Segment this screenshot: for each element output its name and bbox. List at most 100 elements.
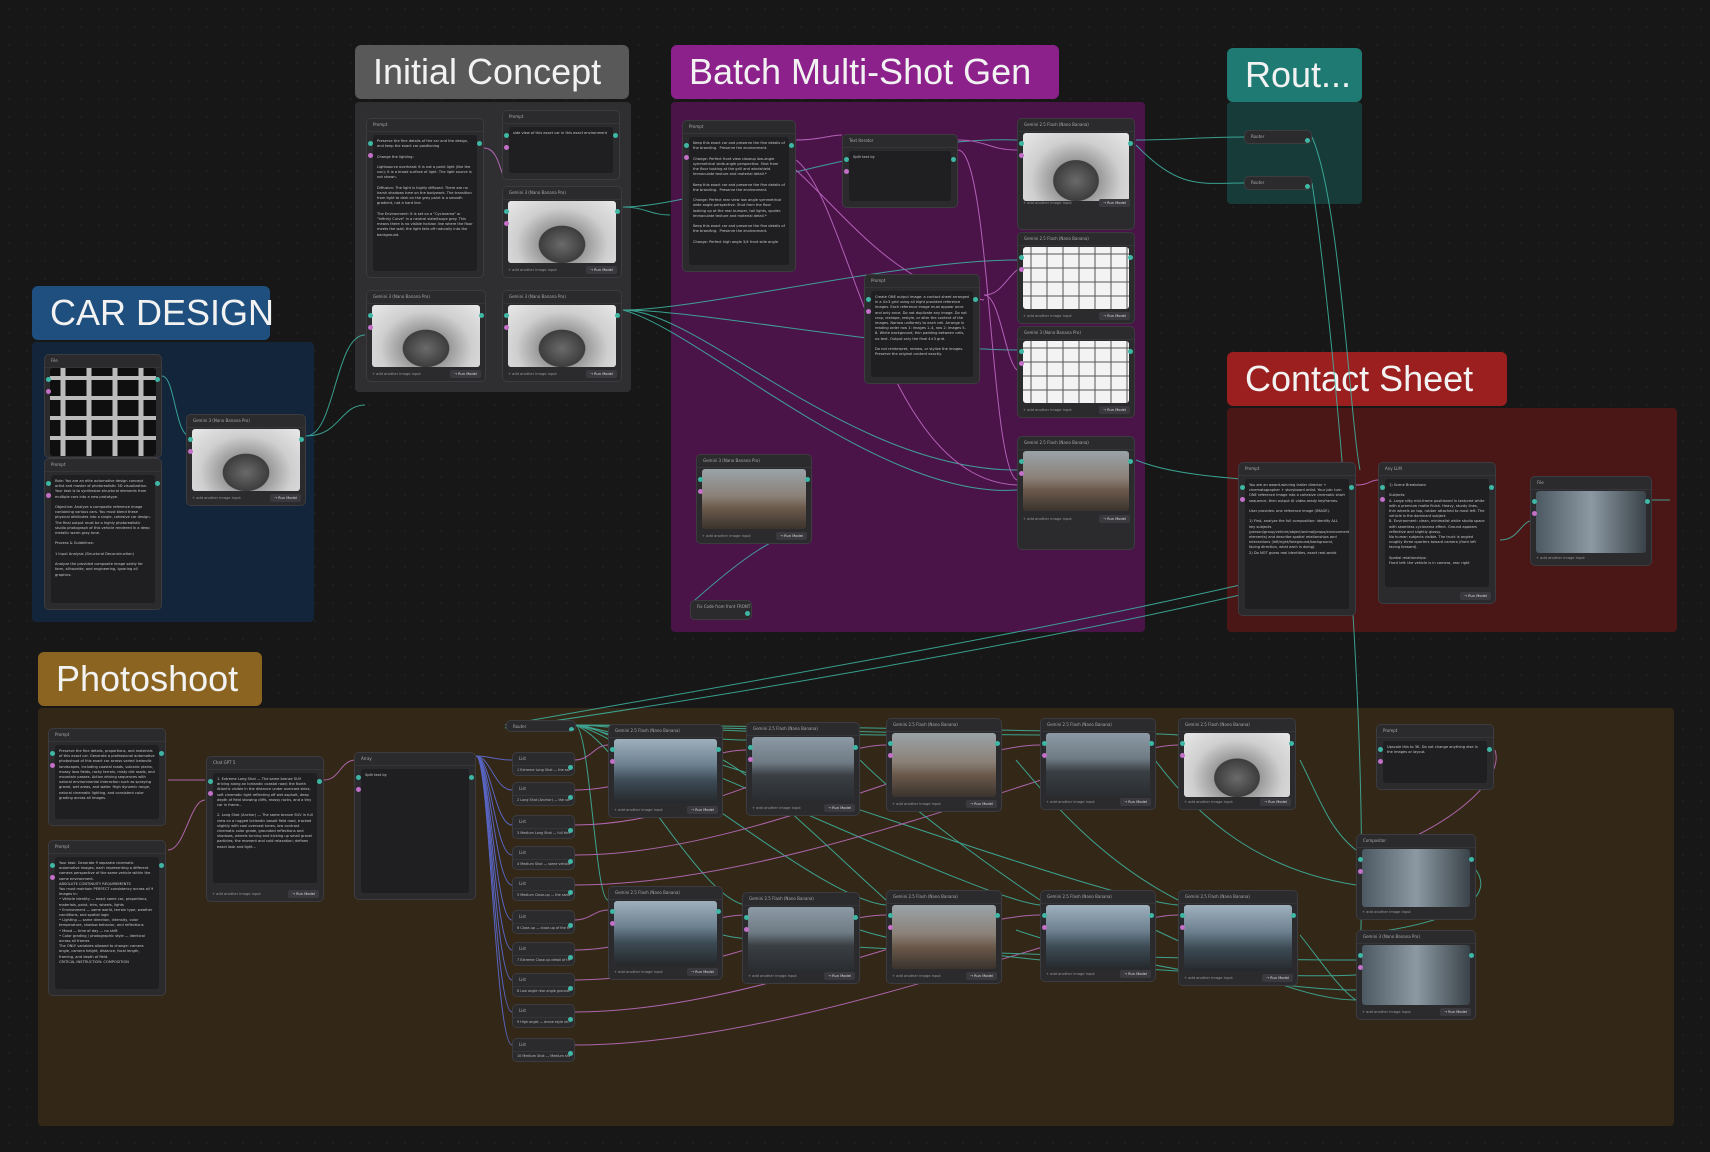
port-dot[interactable] — [853, 745, 858, 750]
port-dot[interactable] — [479, 313, 484, 318]
node-gemini25-ps6[interactable]: Gemini 2.5 Flash (Nano Banana) + add ano… — [608, 886, 723, 980]
port-dot[interactable] — [1019, 459, 1024, 464]
node-gemini25-batch1[interactable]: Gemini 2.5 Flash (Nano Banana) + add ano… — [1017, 118, 1135, 230]
port-dot[interactable] — [46, 389, 51, 394]
node-gemini25-ps1[interactable]: Gemini 2.5 Flash (Nano Banana) + add ano… — [608, 724, 723, 818]
port-dot[interactable] — [1305, 138, 1310, 143]
run-model-button[interactable]: → Run Model — [270, 494, 301, 502]
run-model-button[interactable]: → Run Model — [1440, 1008, 1471, 1016]
node-list-3[interactable]: List 3 Medium Long Shot — full thre… — [512, 815, 575, 839]
port-dot[interactable] — [1487, 747, 1492, 752]
node-router-1[interactable]: Router — [1244, 130, 1312, 144]
port-dot[interactable] — [368, 313, 373, 318]
node-list-6[interactable]: List 6 Close-up — close-up of the fro… — [512, 910, 575, 934]
port-dot[interactable] — [1532, 511, 1537, 516]
port-dot[interactable] — [159, 863, 164, 868]
port-dot[interactable] — [698, 489, 703, 494]
port-dot[interactable] — [356, 787, 361, 792]
port-dot[interactable] — [208, 791, 213, 796]
port-dot[interactable] — [46, 493, 51, 498]
port-dot[interactable] — [504, 145, 509, 150]
port-dot[interactable] — [1358, 857, 1363, 862]
prompt-text[interactable]: Create ONE output image: a contact sheet… — [871, 291, 973, 377]
node-list-4[interactable]: List 4 Medium Shot — same vehicle… — [512, 846, 575, 870]
run-model-button[interactable]: → Run Model — [450, 370, 481, 378]
node-prompt-ps1[interactable]: Prompt Preserve the fine details, propor… — [48, 728, 166, 826]
port-dot[interactable] — [1180, 753, 1185, 758]
port-dot[interactable] — [995, 741, 1000, 746]
port-dot[interactable] — [368, 325, 373, 330]
port-dot[interactable] — [155, 481, 160, 486]
port-dot[interactable] — [1240, 497, 1245, 502]
port-dot[interactable] — [1019, 255, 1024, 260]
prompt-text[interactable]: Role: You are an elite automotive design… — [51, 475, 155, 603]
run-model-button[interactable]: → Run Model — [776, 532, 807, 540]
node-gemini3-upscale[interactable]: Gemini 3 (Nano Banana Pro) + add another… — [1356, 930, 1476, 1020]
port-dot[interactable] — [568, 986, 573, 991]
port-dot[interactable] — [568, 1017, 573, 1022]
port-dot[interactable] — [698, 477, 703, 482]
port-dot[interactable] — [568, 795, 573, 800]
port-dot[interactable] — [1019, 153, 1024, 158]
run-model-button[interactable]: → Run Model — [1099, 406, 1130, 414]
port-dot[interactable] — [844, 169, 849, 174]
port-dot[interactable] — [1180, 925, 1185, 930]
node-gemini25-ps8[interactable]: Gemini 2.5 Flash (Nano Banana) + add ano… — [886, 890, 1002, 984]
port-dot[interactable] — [568, 828, 573, 833]
port-dot[interactable] — [159, 751, 164, 756]
port-dot[interactable] — [1128, 349, 1133, 354]
node-gemini25-ps4[interactable]: Gemini 2.5 Flash (Nano Banana) + add ano… — [1040, 718, 1156, 810]
port-dot[interactable] — [1128, 255, 1133, 260]
node-file[interactable]: File — [44, 354, 162, 458]
port-dot[interactable] — [155, 377, 160, 382]
split-by-field[interactable]: Split text by — [849, 151, 951, 201]
port-dot[interactable] — [504, 313, 509, 318]
port-dot[interactable] — [888, 913, 893, 918]
port-dot[interactable] — [1019, 471, 1024, 476]
port-dot[interactable] — [1042, 741, 1047, 746]
port-dot[interactable] — [610, 909, 615, 914]
port-dot[interactable] — [1128, 141, 1133, 146]
port-dot[interactable] — [1019, 349, 1024, 354]
node-gemini25-ps2[interactable]: Gemini 2.5 Flash (Nano Banana) + add ano… — [746, 722, 860, 816]
port-dot[interactable] — [504, 133, 509, 138]
port-dot[interactable] — [568, 890, 573, 895]
port-dot[interactable] — [1128, 459, 1133, 464]
port-dot[interactable] — [748, 745, 753, 750]
port-dot[interactable] — [569, 727, 574, 731]
node-gemini25-batch2[interactable]: Gemini 2.5 Flash (Nano Banana) + add ano… — [1017, 232, 1135, 324]
node-router-ps[interactable]: Router — [506, 720, 576, 732]
port-dot[interactable] — [613, 133, 618, 138]
run-model-button[interactable]: → Run Model — [586, 266, 617, 274]
port-dot[interactable] — [299, 437, 304, 442]
port-dot[interactable] — [1240, 485, 1245, 490]
workflow-canvas[interactable]: CAR DESIGN Initial Concept Batch Multi-S… — [0, 0, 1710, 1152]
port-dot[interactable] — [853, 915, 858, 920]
run-model-button[interactable]: → Run Model — [1120, 970, 1151, 978]
node-list-9[interactable]: List 9 High angle — drone style sh… — [512, 1004, 575, 1028]
port-dot[interactable] — [50, 875, 55, 880]
node-gemini3-ic2[interactable]: Gemini 3 (Nano Banana Pro) + add another… — [366, 290, 486, 382]
add-image-input[interactable]: + add another image input — [1536, 554, 1646, 562]
port-dot[interactable] — [615, 209, 620, 214]
port-dot[interactable] — [46, 377, 51, 382]
prompt-text[interactable]: Preserve the fine details, proportions, … — [55, 745, 159, 819]
port-dot[interactable] — [684, 155, 689, 160]
port-dot[interactable] — [1469, 953, 1474, 958]
node-gemini25-batch4[interactable]: Gemini 2.5 Flash (Nano Banana) + add ano… — [1017, 436, 1135, 550]
node-gemini3-batch5[interactable]: Gemini 3 (Nano Banana Pro) + add another… — [696, 454, 812, 544]
run-model-button[interactable]: → Run Model — [824, 804, 855, 812]
port-dot[interactable] — [1358, 869, 1363, 874]
port-dot[interactable] — [1019, 267, 1024, 272]
port-dot[interactable] — [1489, 485, 1494, 490]
run-model-button[interactable]: → Run Model — [687, 806, 718, 814]
port-dot[interactable] — [610, 759, 615, 764]
run-model-button[interactable]: → Run Model — [824, 972, 855, 980]
node-prompt-upscale[interactable]: Prompt Upscale this to 3K. Do not change… — [1376, 724, 1494, 790]
port-dot[interactable] — [1380, 497, 1385, 502]
port-dot[interactable] — [1532, 499, 1537, 504]
port-dot[interactable] — [208, 779, 213, 784]
node-gemini3-batch3[interactable]: Gemini 3 (Nano Banana Pro) + add another… — [1017, 326, 1135, 418]
port-dot[interactable] — [317, 779, 322, 784]
port-dot[interactable] — [188, 437, 193, 442]
